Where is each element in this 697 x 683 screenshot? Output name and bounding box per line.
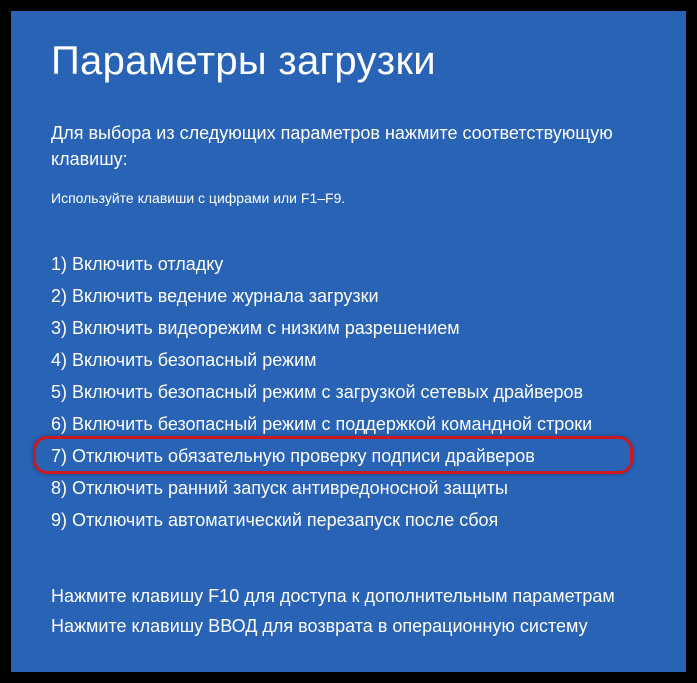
option-9[interactable]: 9) Отключить автоматический перезапуск п… xyxy=(51,504,646,536)
option-6[interactable]: 6) Включить безопасный режим с поддержко… xyxy=(51,408,646,440)
option-7-highlighted[interactable]: 7) Отключить обязательную проверку подпи… xyxy=(51,440,535,472)
option-3[interactable]: 3) Включить видеорежим с низким разрешен… xyxy=(51,312,646,344)
startup-settings-screen: Параметры загрузки Для выбора из следующ… xyxy=(11,11,686,672)
options-list: 1) Включить отладку 2) Включить ведение … xyxy=(51,248,646,536)
option-8[interactable]: 8) Отключить ранний запуск антивредоносн… xyxy=(51,472,646,504)
footer-f10: Нажмите клавишу F10 для доступа к дополн… xyxy=(51,581,646,612)
footer-instructions: Нажмите клавишу F10 для доступа к дополн… xyxy=(51,581,646,642)
footer-enter: Нажмите клавишу ВВОД для возврата в опер… xyxy=(51,611,646,642)
hint-text: Используйте клавиши с цифрами или F1–F9. xyxy=(51,190,646,206)
option-1[interactable]: 1) Включить отладку xyxy=(51,248,646,280)
option-7-label: 7) Отключить обязательную проверку подпи… xyxy=(51,446,535,466)
instruction-text: Для выбора из следующих параметров нажми… xyxy=(51,120,646,172)
option-2[interactable]: 2) Включить ведение журнала загрузки xyxy=(51,280,646,312)
option-4[interactable]: 4) Включить безопасный режим xyxy=(51,344,646,376)
option-5[interactable]: 5) Включить безопасный режим с загрузкой… xyxy=(51,376,646,408)
page-title: Параметры загрузки xyxy=(51,39,646,84)
